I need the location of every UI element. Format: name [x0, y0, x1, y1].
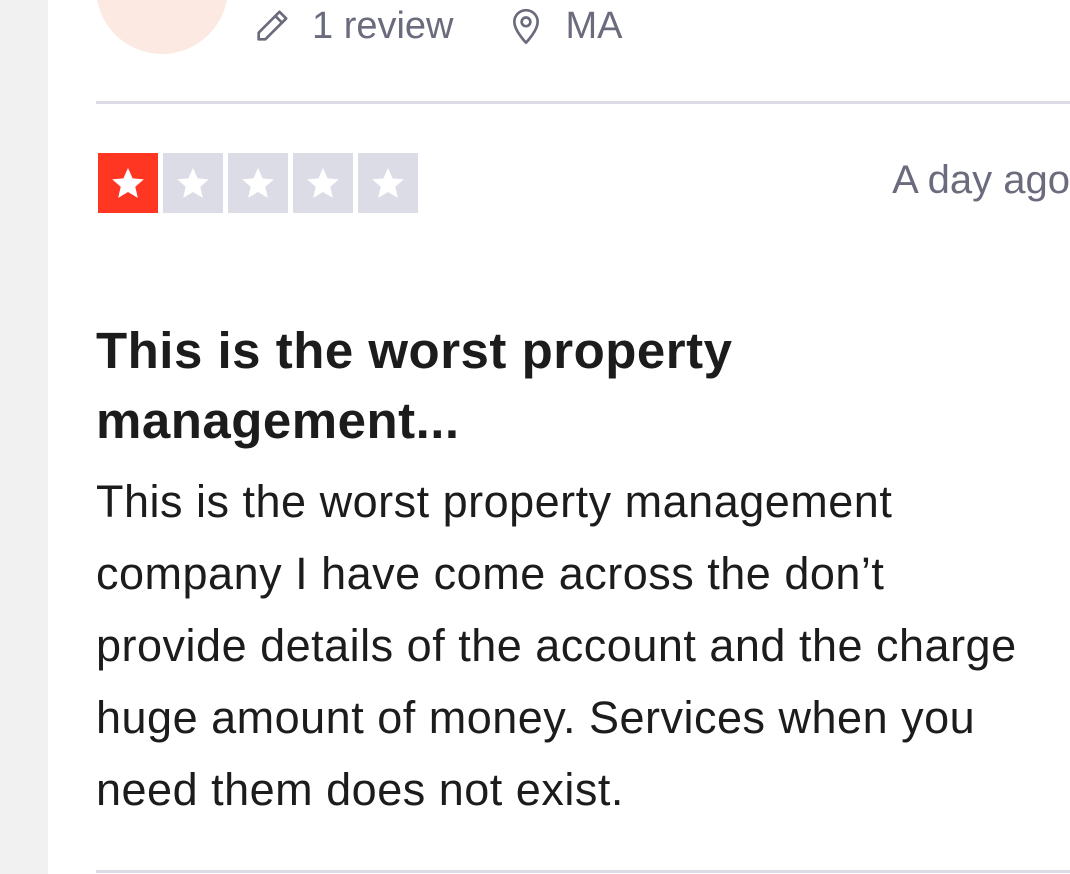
review-date: A day ago	[892, 158, 1070, 202]
star-icon	[109, 164, 147, 202]
star-icon	[174, 164, 212, 202]
review-count-label: 1 review	[312, 4, 454, 47]
avatar[interactable]: ··	[96, 0, 228, 54]
review-count: 1 review	[252, 5, 454, 48]
star-empty	[163, 153, 223, 213]
star-icon	[304, 164, 342, 202]
review-page: ·· 1 review MA A day ago This is the	[0, 0, 1070, 874]
divider	[96, 101, 1070, 104]
star-empty	[228, 153, 288, 213]
avatar-initials: ··	[96, 0, 228, 20]
review-title[interactable]: This is the worst property management...	[96, 316, 996, 456]
star-empty	[293, 153, 353, 213]
star-rating	[98, 153, 418, 213]
reviewer-location: MA	[506, 5, 623, 48]
review-body: This is the worst property management co…	[96, 476, 1017, 815]
left-gutter	[0, 0, 48, 874]
location-pin-icon	[506, 6, 566, 46]
pencil-icon	[252, 6, 312, 46]
star-icon	[239, 164, 277, 202]
location-label: MA	[565, 4, 623, 47]
star-empty	[358, 153, 418, 213]
divider	[96, 870, 1070, 873]
star-filled	[98, 153, 158, 213]
star-icon	[369, 164, 407, 202]
reviewer-meta: 1 review MA	[252, 0, 623, 52]
